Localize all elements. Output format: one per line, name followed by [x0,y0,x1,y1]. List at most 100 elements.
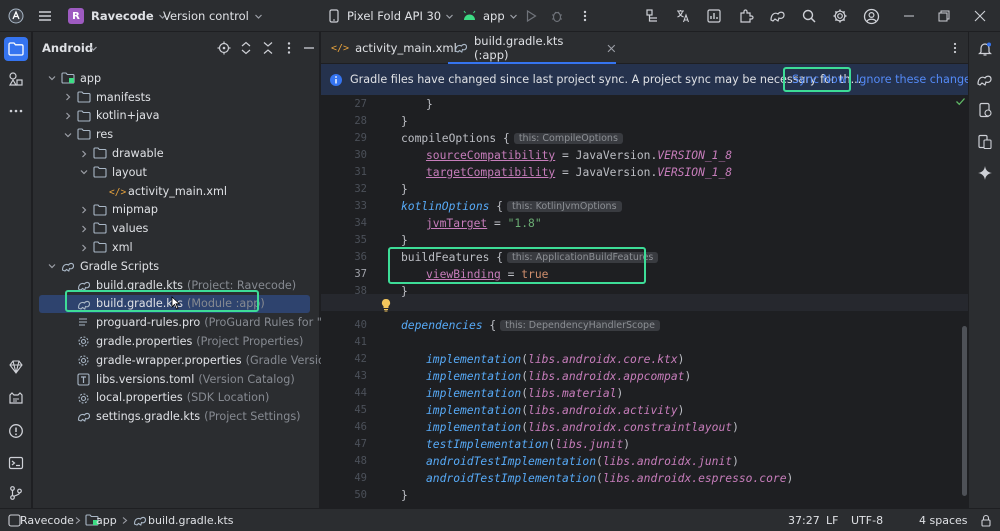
main-menu-icon[interactable] [37,0,55,32]
sync-now-link[interactable]: Sync Now [792,73,847,86]
device-selector[interactable]: Pixel Fold API 30 [327,0,454,32]
caret-position[interactable]: 37:27 [788,514,820,527]
dependency-line: testImplementation(libs.junit) [426,436,630,453]
search-icon[interactable] [801,0,817,32]
line-separator[interactable]: LF [826,514,838,527]
chevron-down-icon[interactable] [47,73,57,83]
chevron-down-icon[interactable] [63,130,73,140]
gradle-icon [454,41,468,55]
code-token: ) [732,455,739,468]
close-tab-icon[interactable] [607,44,616,53]
ignore-changes-link[interactable]: Ignore these changes [856,73,977,86]
folder-icon [77,128,91,142]
options-icon[interactable] [282,41,296,55]
tab-activity-main-xml[interactable]: </> activity_main.xml [321,32,457,64]
gemini-icon[interactable] [969,158,1000,188]
tree-item[interactable]: Gradle Scripts [33,257,320,276]
code-token: sourceCompatibility [426,149,556,162]
debug-icon[interactable] [550,0,564,32]
lock-icon[interactable] [980,514,992,527]
resource-manager-icon[interactable] [0,64,32,94]
code-token: { [489,251,504,264]
tree-item-label: mipmap [112,203,158,217]
vcs-widget[interactable]: Version control [163,0,263,32]
tree-item[interactable]: settings.gradle.kts (Project Settings) [33,407,320,426]
no-problems-check-icon [956,98,965,106]
tree-item[interactable]: layout [33,163,320,182]
tree-item[interactable]: drawable [33,144,320,163]
editor-scrollbar[interactable] [962,326,967,496]
running-devices-icon[interactable] [969,127,1000,157]
tree-item[interactable]: local.properties (SDK Location) [33,389,320,408]
project-view-selector[interactable]: Android [42,41,93,55]
chevron-down-icon[interactable] [79,167,89,177]
indent-setting[interactable]: 4 spaces [919,514,968,527]
logcat-icon[interactable] [0,384,32,414]
breadcrumb-module[interactable]: app [96,514,117,527]
close-icon[interactable] [974,0,986,32]
locate-file-icon[interactable] [217,41,231,55]
hide-panel-icon[interactable] [302,41,316,55]
tree-item[interactable]: gradle.properties (Project Properties) [33,332,320,351]
sdk-manager-icon[interactable] [706,0,722,32]
tree-item[interactable]: kotlin+java [33,107,320,126]
tree-item[interactable]: values [33,219,320,238]
lightbulb-icon[interactable] [380,298,392,312]
project-tool-button[interactable] [0,34,32,64]
project-switcher[interactable]: R Ravecode [68,0,167,32]
more-tabs-icon[interactable] [949,42,961,54]
minimize-icon[interactable] [903,0,915,32]
dependency-line: implementation(libs.androidx.constraintl… [426,419,739,436]
code-editor[interactable]: } } compileOptions {this: CompileOptions… [321,96,968,508]
terminal-icon[interactable] [0,448,32,478]
version-control-icon[interactable] [0,478,32,508]
chevron-right-icon[interactable] [79,224,89,234]
device-manager-icon[interactable] [969,95,1000,125]
chevron-right-icon[interactable] [63,111,73,121]
restore-icon[interactable] [938,0,950,32]
tree-item[interactable]: libs.versions.toml (Version Catalog) [33,370,320,389]
run-config-selector[interactable]: app [462,0,518,32]
tree-item[interactable]: res [33,125,320,144]
tree-item[interactable]: manifests [33,88,320,107]
project-structure-icon[interactable] [645,0,661,32]
settings-gear-icon[interactable] [832,0,848,32]
tree-item[interactable]: mipmap [33,201,320,220]
chevron-right-icon[interactable] [79,243,89,253]
chevron-right-icon[interactable] [79,205,89,215]
tree-item-text: gradle.properties (Project Properties) [96,335,303,348]
tree-item[interactable]: proguard-rules.pro (ProGuard Rules for ":… [33,313,356,332]
file-encoding[interactable]: UTF-8 [851,514,883,527]
account-icon[interactable] [863,0,880,32]
tab-build-gradle-app[interactable]: build.gradle.kts (:app) [448,32,616,64]
code-token: ) [623,438,631,451]
notifications-icon[interactable] [969,34,1000,64]
more-tools-icon[interactable] [0,96,32,126]
breadcrumb-file[interactable]: build.gradle.kts [148,514,234,527]
problems-icon[interactable] [0,416,32,446]
collapse-all-icon[interactable] [261,41,275,55]
breadcrumb-project[interactable]: Ravecode [20,514,74,527]
expand-all-icon[interactable] [239,41,253,55]
tree-item[interactable]: gradle-wrapper.properties (Gradle Version… [33,351,336,370]
code-token: compileOptions [401,132,497,145]
tree-item[interactable]: </> activity_main.xml [33,182,320,201]
chevron-down-icon[interactable] [47,261,57,271]
more-actions-icon[interactable] [578,0,592,32]
tree-item[interactable]: app [33,69,320,88]
chevron-down-icon[interactable] [89,44,98,53]
tree-item[interactable]: build.gradle.kts (Project: Ravecode) [33,276,320,295]
app-quality-insights-icon[interactable] [0,352,32,382]
code-line-29: compileOptions {this: CompileOptions [401,130,623,147]
gradle-tool-icon[interactable] [969,65,1000,95]
tree-item[interactable]: xml [33,238,320,257]
gradle-sync-icon[interactable] [769,0,787,32]
tree-item-label: build.gradle.kts [96,278,183,292]
translate-icon[interactable] [675,0,691,32]
inlay-hint: this: CompileOptions [513,133,623,144]
run-icon[interactable] [524,0,538,32]
chevron-right-icon[interactable] [63,92,73,102]
code-line-30: sourceCompatibility = JavaVersion.VERSIO… [426,147,732,164]
chevron-right-icon[interactable] [79,149,89,159]
plugin-icon[interactable] [738,0,754,32]
